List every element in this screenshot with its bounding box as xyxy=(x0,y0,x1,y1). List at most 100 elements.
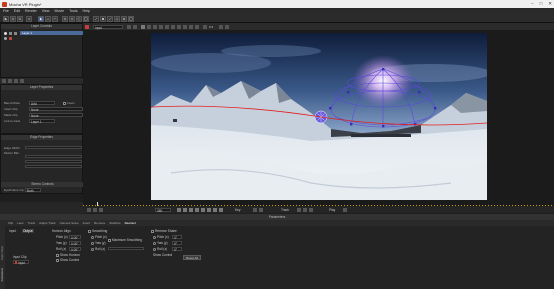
tab-camera-solve[interactable]: Camera Solve xyxy=(60,221,79,225)
rotate-tool-icon[interactable] xyxy=(76,15,82,22)
side-tab-dope-sheet[interactable]: Dope Sheet xyxy=(1,246,4,260)
viewer-canvas[interactable] xyxy=(83,30,554,202)
spline-tool-icon[interactable] xyxy=(45,15,51,22)
fit-view-icon[interactable] xyxy=(219,24,223,29)
invert-checkbox-label[interactable]: Invert xyxy=(63,101,75,105)
menu-tools[interactable]: Tools xyxy=(69,9,77,13)
layer-row-selected[interactable]: Layer 1 xyxy=(20,31,83,35)
shutter-angle-slider[interactable] xyxy=(25,160,82,163)
delete-key-icon[interactable] xyxy=(259,207,263,212)
menu-view[interactable]: View xyxy=(42,9,50,13)
pointer-tool-icon[interactable] xyxy=(38,15,44,22)
smoothing-slider[interactable] xyxy=(108,246,144,250)
shake-pitch-radio[interactable]: Pitch (x) xyxy=(153,235,169,239)
step-back-icon[interactable] xyxy=(183,207,187,212)
show-horizon-checkbox[interactable]: Show Horizon xyxy=(56,253,80,257)
shake-yaw-field[interactable]: 0° xyxy=(172,240,182,246)
edge-width-slider[interactable] xyxy=(25,145,82,149)
matte-view-icon[interactable] xyxy=(165,24,169,29)
pan-tool-icon[interactable] xyxy=(10,15,16,22)
zoom-icon[interactable] xyxy=(203,24,207,29)
input-subtab[interactable]: Input xyxy=(9,229,16,233)
crosshair-icon[interactable] xyxy=(121,15,127,22)
smoothing-checkbox[interactable]: Smoothing xyxy=(88,229,107,233)
group-layer-icon[interactable] xyxy=(14,79,18,83)
lock-icon[interactable] xyxy=(9,32,12,35)
grid-icon[interactable] xyxy=(147,24,151,29)
smooth-pitch-radio[interactable]: Pitch (x) xyxy=(91,235,107,239)
zoom-tool-icon[interactable] xyxy=(17,15,23,22)
fit-icon[interactable] xyxy=(128,15,134,22)
add-point-icon[interactable] xyxy=(62,15,68,22)
duplicate-layer-icon[interactable] xyxy=(8,79,12,83)
shake-pitch-field[interactable]: 0° xyxy=(172,234,182,240)
color-swatch-icon[interactable] xyxy=(9,37,12,40)
insert-clip-select[interactable]: None xyxy=(29,106,83,112)
play-backward-icon[interactable] xyxy=(189,207,193,212)
undo-icon[interactable] xyxy=(26,15,32,22)
remove-shake-checkbox[interactable]: Remove Shake xyxy=(151,229,177,233)
spline-view-icon[interactable] xyxy=(159,24,163,29)
input-clip-select[interactable]: Input xyxy=(13,259,29,265)
close-icon[interactable]: ✕ xyxy=(548,1,552,7)
overlay-toggle-icon[interactable] xyxy=(141,24,145,29)
delete-layer-icon[interactable] xyxy=(20,79,24,83)
shutter-phase-slider[interactable] xyxy=(25,165,82,168)
rgb-icon[interactable] xyxy=(189,24,193,29)
gear-icon[interactable] xyxy=(114,15,120,22)
side-tab-parameters[interactable]: Parameters xyxy=(1,268,4,281)
track-forward-icon[interactable] xyxy=(213,207,217,212)
in-point-icon[interactable] xyxy=(93,207,97,212)
tab-insert[interactable]: Insert xyxy=(83,221,91,225)
scale-tool-icon[interactable] xyxy=(83,15,89,22)
smooth-yaw-radio[interactable]: Yaw (y) xyxy=(91,241,106,245)
add-layer-icon[interactable] xyxy=(2,79,6,83)
view-b-icon[interactable] xyxy=(133,24,137,29)
track-back-icon[interactable] xyxy=(297,207,301,212)
play-mode-icon[interactable] xyxy=(343,207,347,212)
track-backward-icon[interactable] xyxy=(177,207,181,212)
record-icon[interactable] xyxy=(85,24,89,29)
stop-icon[interactable] xyxy=(195,207,199,212)
mesh-icon[interactable] xyxy=(153,24,157,29)
center-view-icon[interactable] xyxy=(225,24,229,29)
tab-reorient[interactable]: Reorient xyxy=(125,221,136,225)
tab-remove[interactable]: Remove xyxy=(94,221,105,225)
select-tool-icon[interactable] xyxy=(3,15,9,22)
step-forward-icon[interactable] xyxy=(207,207,211,212)
shake-roll-field[interactable]: 0° xyxy=(172,246,182,252)
matte-clip-select[interactable]: None xyxy=(29,112,83,118)
layer-view-icon[interactable] xyxy=(171,24,175,29)
menu-help[interactable]: Help xyxy=(83,9,90,13)
track-view-icon[interactable] xyxy=(177,24,181,29)
color-picker-icon[interactable] xyxy=(100,15,106,22)
blend-mode-select[interactable]: Add xyxy=(29,100,55,106)
maximize-icon[interactable]: □ xyxy=(540,1,543,7)
stereo-view-select[interactable]: Both xyxy=(25,187,41,193)
visibility-icon[interactable] xyxy=(4,37,7,40)
invert-checkbox[interactable] xyxy=(63,101,66,105)
clip-select[interactable]: Input xyxy=(93,24,123,30)
menu-render[interactable]: Render xyxy=(25,9,37,13)
menu-file[interactable]: File xyxy=(3,9,9,13)
motion-blur-slider[interactable] xyxy=(25,155,82,158)
tab-clip[interactable]: Clip xyxy=(8,221,13,225)
minimize-icon[interactable]: – xyxy=(531,1,534,7)
show-control-checkbox[interactable]: Show Control xyxy=(56,258,79,262)
add-key-icon[interactable] xyxy=(253,207,257,212)
output-subtab[interactable]: Output xyxy=(22,229,34,233)
pitch-field[interactable]: 0.00° xyxy=(69,234,81,240)
yaw-field[interactable]: 0.00° xyxy=(69,240,81,246)
track-fwd-icon[interactable] xyxy=(309,207,313,212)
tab-track[interactable]: Track xyxy=(28,221,35,225)
link-icon[interactable] xyxy=(93,15,99,22)
menu-movie[interactable]: Movie xyxy=(55,9,65,13)
shake-yaw-radio[interactable]: Yaw (y) xyxy=(153,241,168,245)
view-a-icon[interactable] xyxy=(127,24,131,29)
move-tool-icon[interactable] xyxy=(69,15,75,22)
brush-icon[interactable] xyxy=(107,15,113,22)
smooth-roll-radio[interactable]: Roll (z) xyxy=(91,247,105,251)
alpha-icon[interactable] xyxy=(195,24,199,29)
frame-field[interactable]: 360 xyxy=(155,207,171,213)
roll-field[interactable]: 0.00° xyxy=(69,246,81,252)
